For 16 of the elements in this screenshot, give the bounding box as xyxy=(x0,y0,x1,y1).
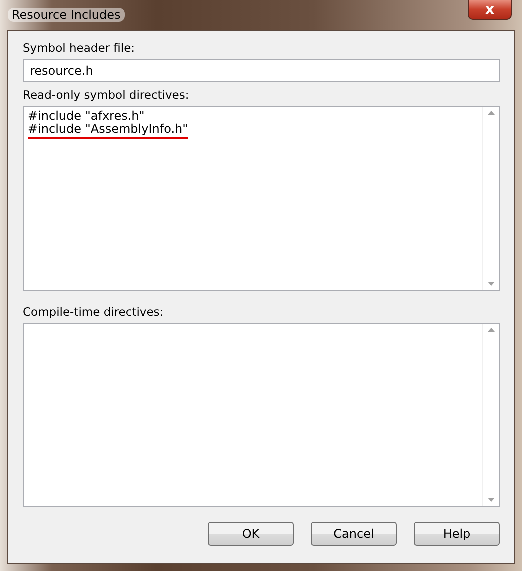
input-field[interactable]: resource.h xyxy=(23,59,500,82)
scroll-up-arrow-icon[interactable] xyxy=(488,111,494,115)
dialog-button[interactable]: Cancel xyxy=(311,522,397,546)
text-area[interactable]: #include "afxres.h" #include "AssemblyInfo.h" xyxy=(23,106,500,290)
code-line: #include "afxres.h" xyxy=(28,110,145,123)
window-title: Resource Includes xyxy=(8,8,125,22)
scroll-down-arrow-icon[interactable] xyxy=(488,282,494,286)
dialog-button[interactable]: Help xyxy=(414,522,500,546)
field-label: Read-only symbol directives: xyxy=(23,88,190,102)
scroll-down-arrow-icon[interactable] xyxy=(488,498,494,502)
scroll-up-arrow-icon[interactable] xyxy=(488,328,494,332)
dialog-button[interactable]: OK xyxy=(208,522,294,546)
code-line: #include "AssemblyInfo.h" xyxy=(28,123,188,139)
field-label: Symbol header file: xyxy=(23,41,136,55)
close-button[interactable]: x xyxy=(468,0,512,20)
field-label: Compile-time directives: xyxy=(23,304,165,318)
